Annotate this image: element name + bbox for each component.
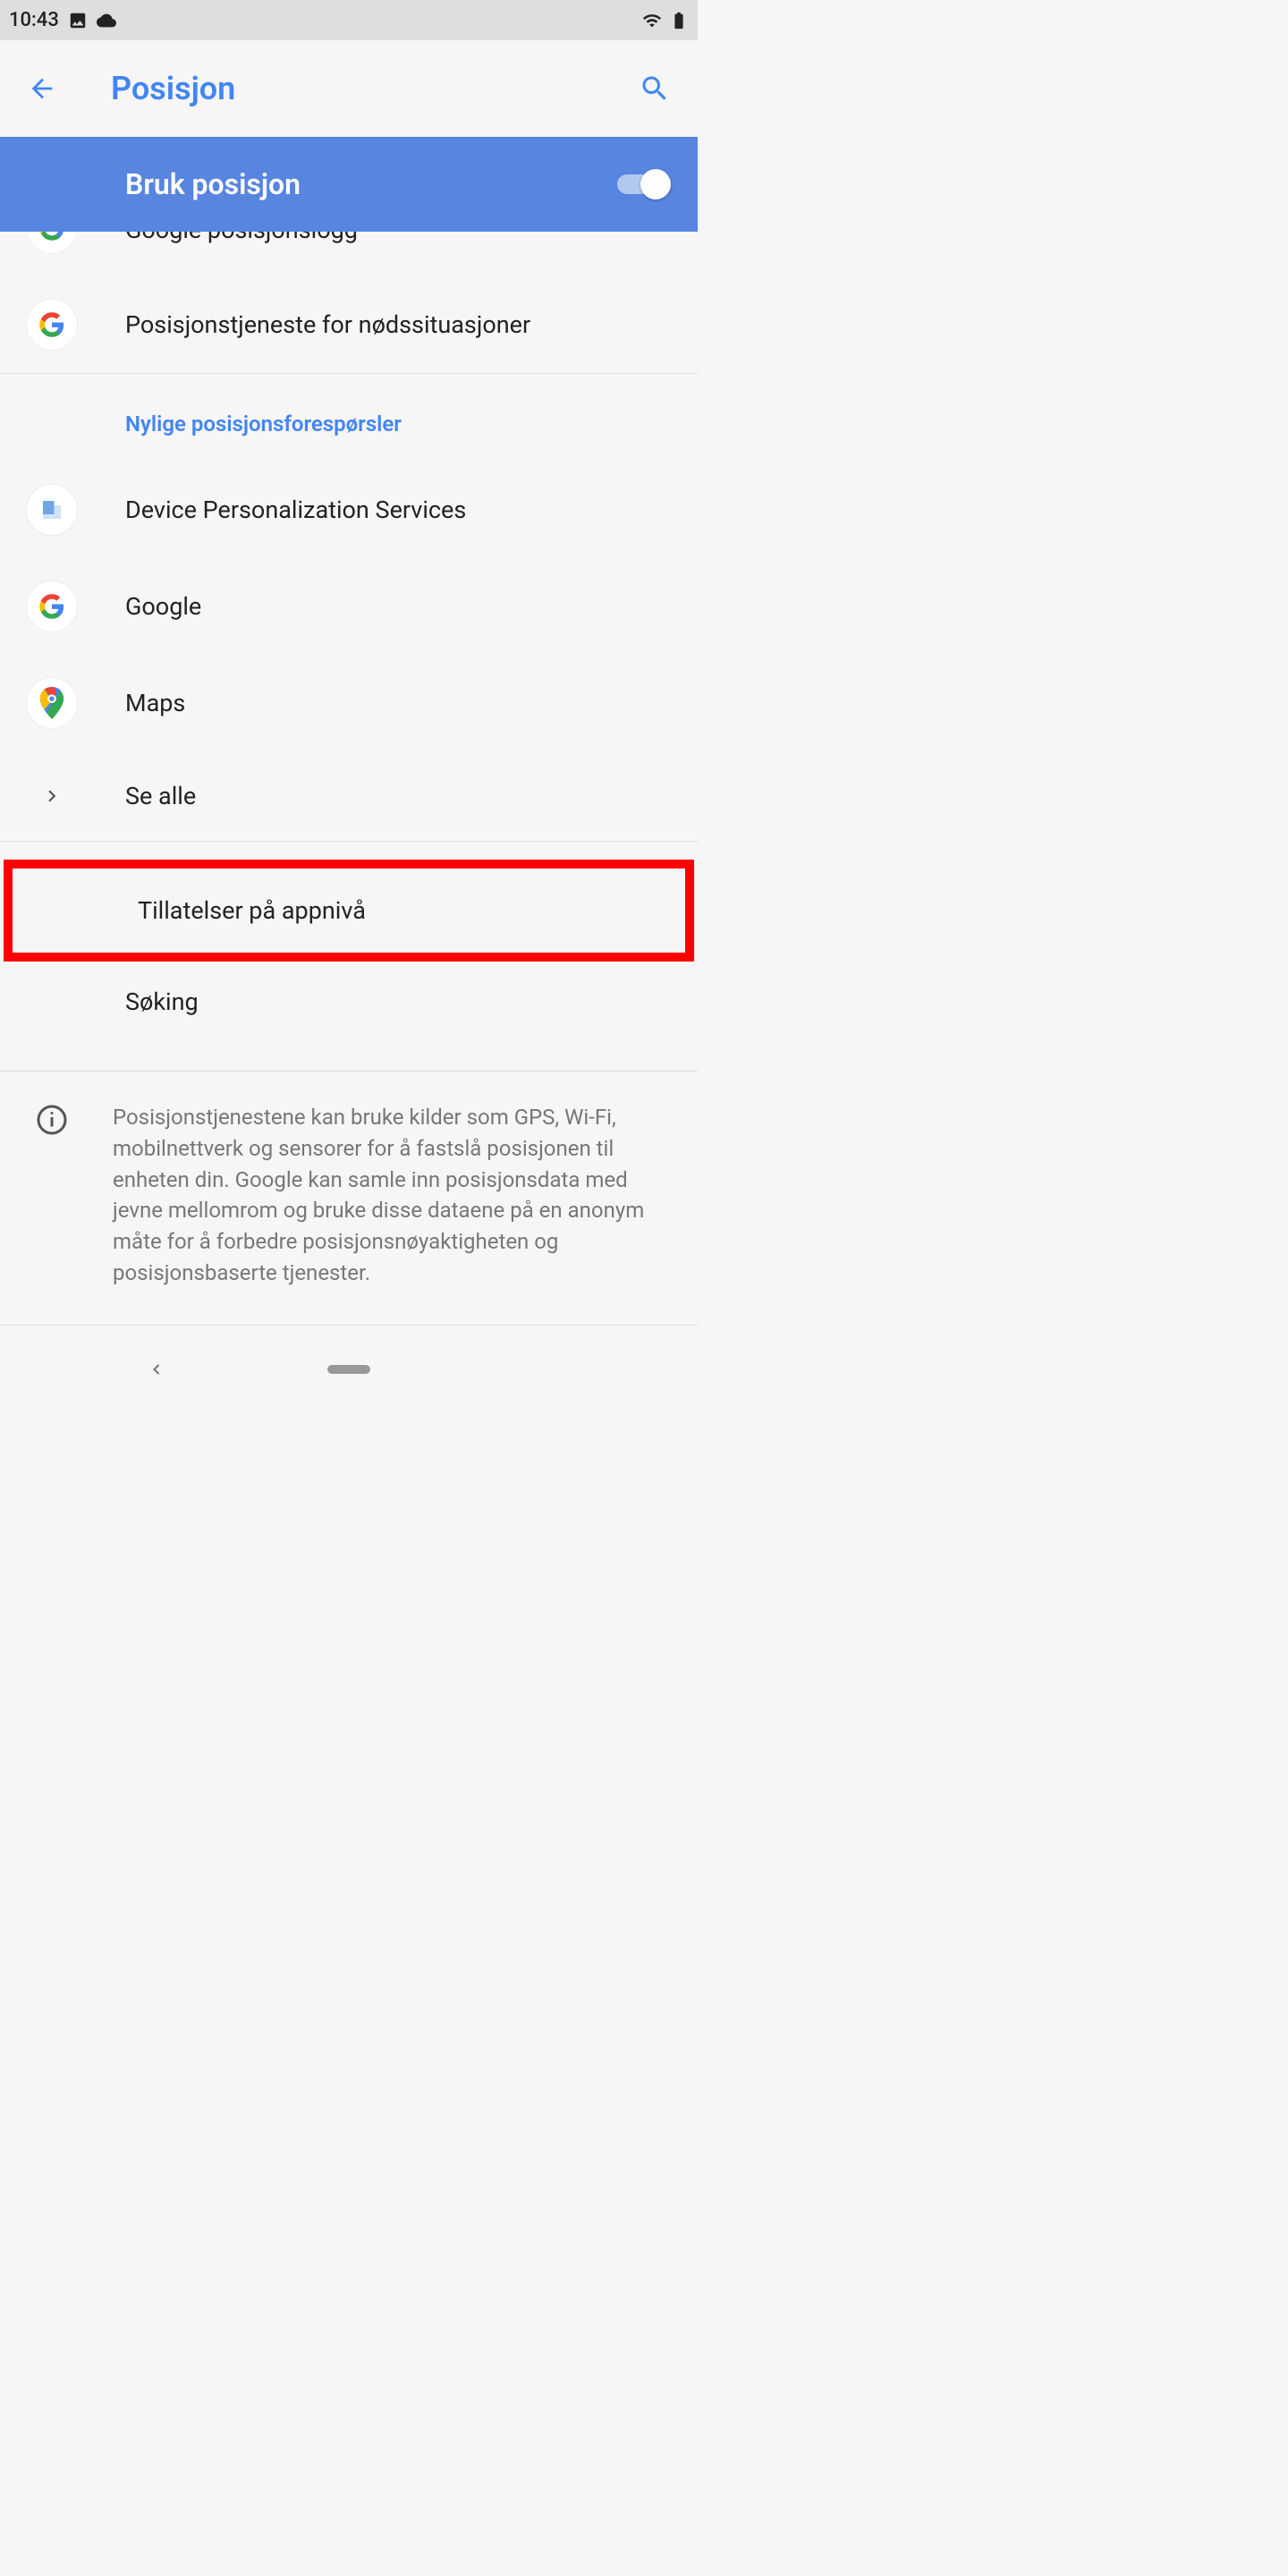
list-item-app-dps[interactable]: Device Personalization Services xyxy=(0,462,698,558)
arrow-back-icon xyxy=(27,73,57,104)
list-item-app-google[interactable]: Google xyxy=(0,558,698,655)
google-g-icon xyxy=(27,581,77,631)
use-location-label: Bruk posisjon xyxy=(125,167,301,201)
list-item-emergency-location[interactable]: Posisjonstjeneste for nødssituasjoner xyxy=(0,276,698,373)
highlight-marker: Tillatelser på appnivå xyxy=(4,860,694,962)
status-time: 10:43 xyxy=(9,9,59,31)
item-label: Google xyxy=(125,592,201,621)
dps-app-icon xyxy=(27,485,77,535)
system-nav-bar xyxy=(0,1343,698,1395)
image-icon xyxy=(68,11,88,30)
list-item-app-permissions[interactable]: Tillatelser på appnivå xyxy=(13,869,685,953)
info-text: Posisjonstjenestene kan bruke kilder som… xyxy=(113,1102,671,1289)
section-header-recent: Nylige posisjonsforespørsler xyxy=(0,374,698,462)
item-label: Google posisjonslogg xyxy=(125,232,358,244)
google-g-icon xyxy=(27,300,77,350)
search-icon xyxy=(639,72,671,105)
page-title: Posisjon xyxy=(111,70,235,107)
item-label: Maps xyxy=(125,689,185,717)
maps-pin-icon xyxy=(27,678,77,728)
search-button[interactable] xyxy=(639,72,671,105)
chevron-left-icon xyxy=(148,1360,165,1378)
list-item-app-maps[interactable]: Maps xyxy=(0,655,698,751)
item-label: Tillatelser på appnivå xyxy=(138,896,366,925)
nav-back-button[interactable] xyxy=(148,1360,165,1378)
list-item-see-all[interactable]: Se alle xyxy=(0,751,698,841)
item-label: Device Personalization Services xyxy=(125,496,466,524)
item-label: Søking xyxy=(125,987,199,1016)
info-icon xyxy=(36,1104,68,1136)
item-label: Se alle xyxy=(125,782,196,810)
google-g-icon xyxy=(27,232,77,253)
wifi-icon xyxy=(642,11,662,30)
chevron-right-icon xyxy=(40,784,64,808)
divider xyxy=(0,1325,698,1326)
battery-icon xyxy=(669,11,689,30)
cloud-icon xyxy=(97,11,116,30)
back-button[interactable] xyxy=(27,73,57,104)
info-block: Posisjonstjenestene kan bruke kilder som… xyxy=(0,1072,698,1319)
use-location-switch[interactable] xyxy=(617,168,671,200)
item-label: Posisjonstjeneste for nødssituasjoner xyxy=(125,310,530,339)
divider xyxy=(0,841,698,842)
status-bar: 10:43 xyxy=(0,0,698,40)
nav-home-pill[interactable] xyxy=(327,1365,370,1374)
app-bar: Posisjon xyxy=(0,40,698,137)
list-item-scanning[interactable]: Søking xyxy=(0,965,698,1055)
use-location-toggle-row[interactable]: Bruk posisjon xyxy=(0,137,698,232)
list-item-location-history[interactable]: Google posisjonslogg xyxy=(0,232,698,276)
